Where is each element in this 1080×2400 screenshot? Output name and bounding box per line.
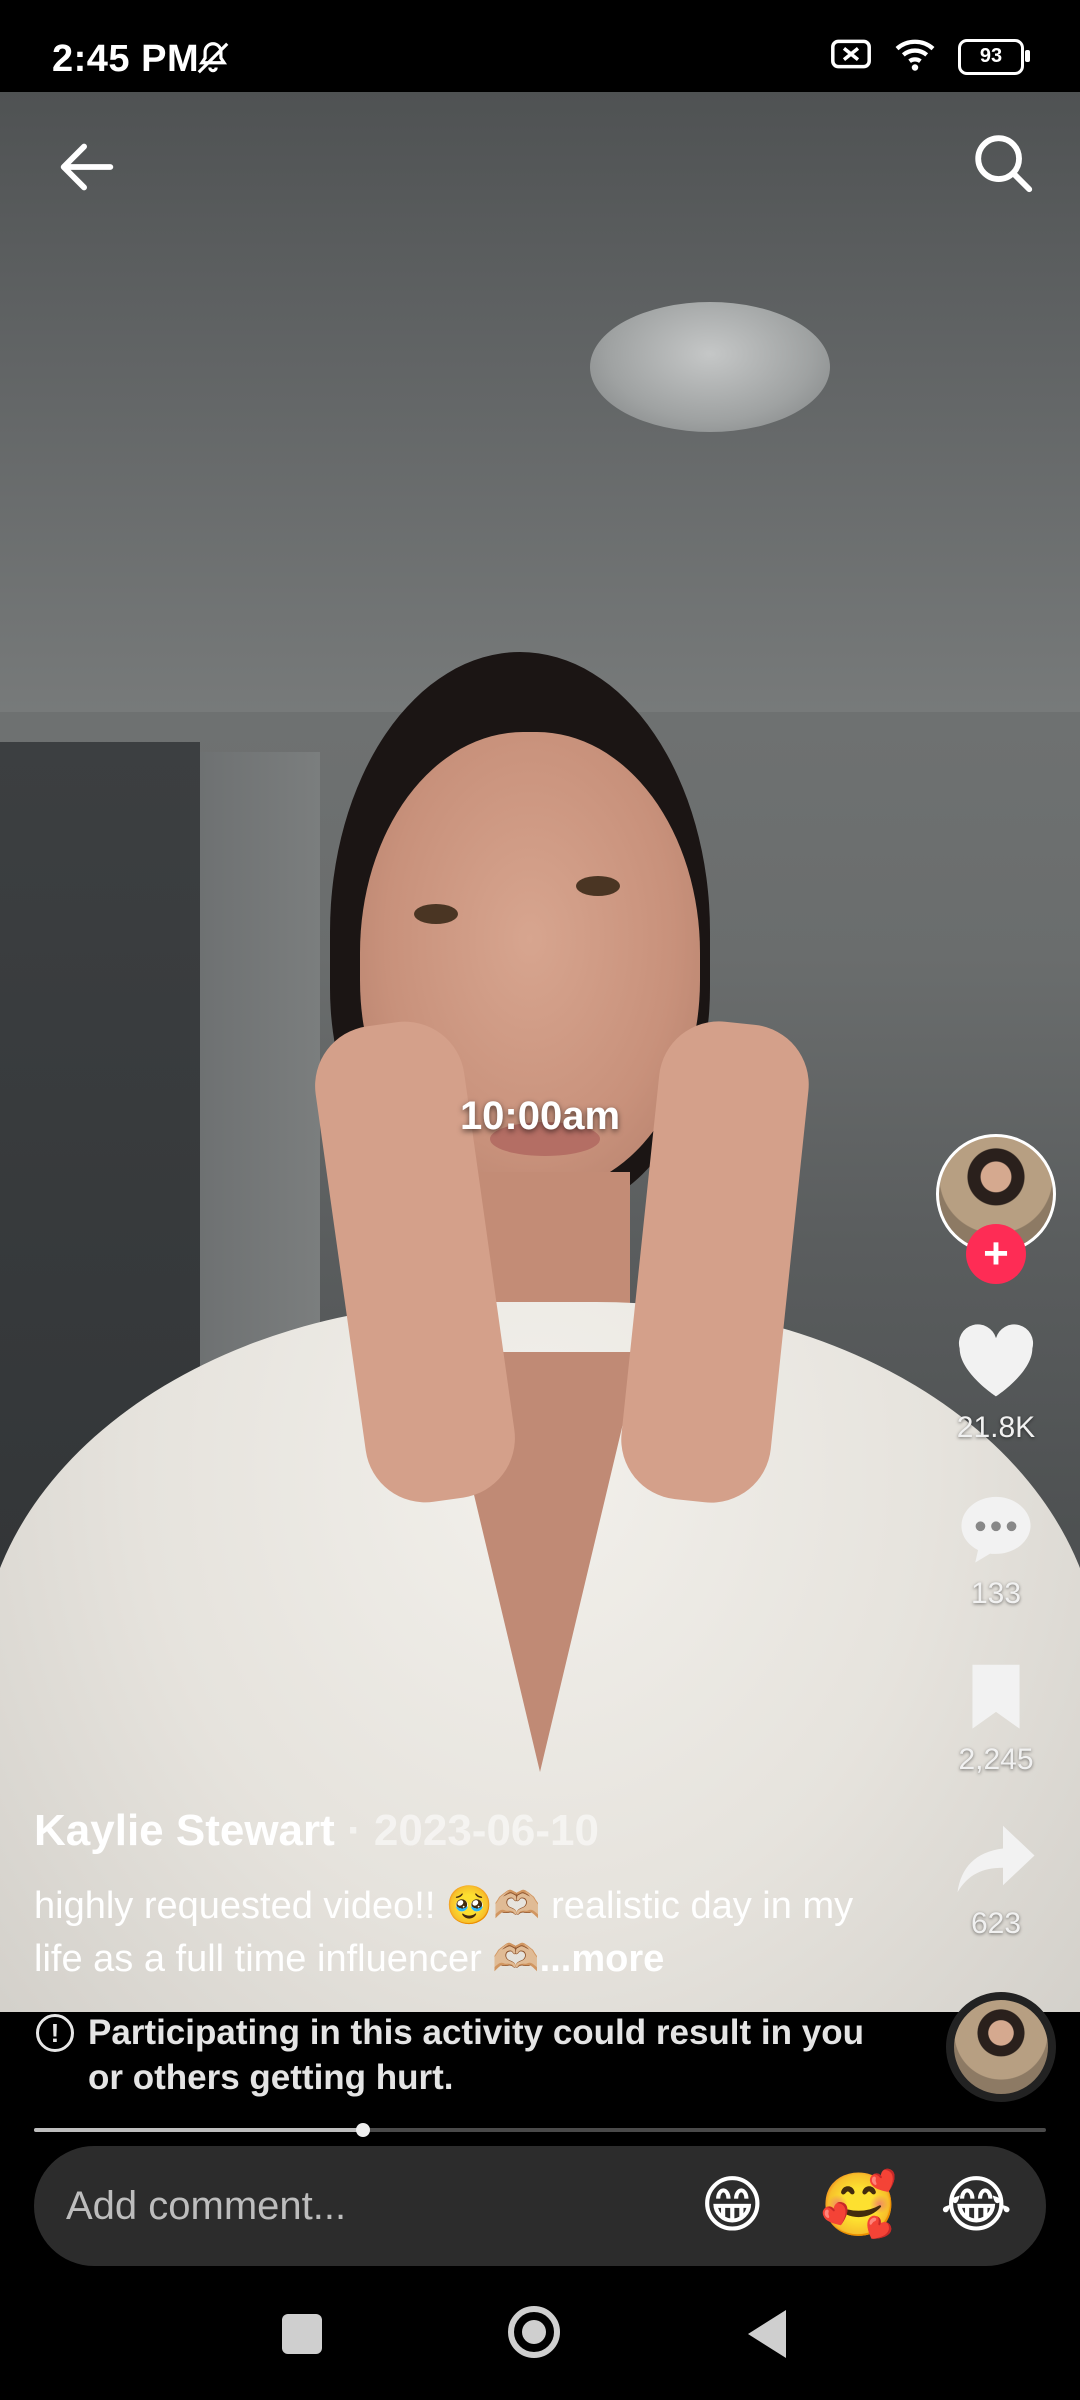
share-arrow-icon xyxy=(957,1825,1035,1893)
person-eye-left xyxy=(414,904,458,924)
progress-fill xyxy=(34,2128,363,2132)
warning-text: Participating in this activity could res… xyxy=(88,2013,864,2097)
bell-off-icon xyxy=(194,38,232,83)
share-button[interactable]: 623 xyxy=(934,1822,1058,1941)
like-count: 21.8K xyxy=(956,1411,1036,1444)
description-text: highly requested video!! 🥹🫶🏼 realistic d… xyxy=(34,1885,854,1980)
heart-icon xyxy=(958,1324,1034,1397)
system-back-button[interactable] xyxy=(748,2310,786,2358)
post-author-line: Kaylie Stewart · 2023-06-10 xyxy=(34,1806,599,1856)
music-disc-avatar[interactable] xyxy=(946,1992,1056,2102)
video-player[interactable] xyxy=(0,92,1080,2012)
creator-avatar-group[interactable]: + xyxy=(934,1134,1058,1284)
battery-level: 93 xyxy=(979,45,1003,67)
share-count: 623 xyxy=(970,1907,1022,1940)
post-date: 2023-06-10 xyxy=(373,1806,599,1855)
comment-bar[interactable]: Add comment... 😁 🥰 😂 xyxy=(34,2146,1046,2266)
video-progress-bar[interactable] xyxy=(34,2123,1046,2137)
ceiling-light xyxy=(590,302,830,432)
emoji-hearts[interactable]: 🥰 xyxy=(820,2170,897,2242)
emoji-grin[interactable]: 😁 xyxy=(700,2170,765,2242)
more-link[interactable]: ...more xyxy=(540,1938,665,1980)
person-eye-right xyxy=(576,876,620,896)
progress-handle[interactable] xyxy=(355,2123,370,2137)
bookmark-icon xyxy=(972,1664,1020,1729)
author-name[interactable]: Kaylie Stewart xyxy=(34,1806,335,1855)
separator: · xyxy=(334,1806,374,1855)
search-icon xyxy=(975,135,1033,193)
status-bar: 2:45 PM 93 xyxy=(0,0,1080,92)
back-button[interactable] xyxy=(52,132,122,202)
save-count: 2,245 xyxy=(958,1743,1034,1776)
save-button[interactable]: 2,245 xyxy=(934,1658,1058,1777)
search-button[interactable] xyxy=(968,128,1038,198)
comment-count: 133 xyxy=(970,1577,1022,1610)
comment-button[interactable]: 133 xyxy=(934,1490,1058,1611)
emoji-laugh[interactable]: 😂 xyxy=(940,2170,1012,2242)
post-description[interactable]: highly requested video!! 🥹🫶🏼 realistic d… xyxy=(34,1880,854,1986)
comment-input[interactable]: Add comment... xyxy=(66,2184,346,2229)
wifi-icon xyxy=(892,36,938,77)
like-button[interactable]: 21.8K xyxy=(934,1320,1058,1445)
status-time: 2:45 PM xyxy=(52,38,200,80)
background-ceiling xyxy=(0,92,1080,712)
system-nav-bar xyxy=(0,2266,1080,2400)
video-overlay-text: 10:00am xyxy=(459,1094,621,1138)
warning-icon: ! xyxy=(36,2014,74,2052)
home-button[interactable] xyxy=(508,2306,560,2358)
comment-icon xyxy=(961,1496,1031,1563)
arrow-left-icon xyxy=(60,143,114,191)
recent-apps-button[interactable] xyxy=(282,2314,322,2354)
close-box-icon xyxy=(830,37,872,76)
follow-button[interactable]: + xyxy=(966,1224,1026,1284)
battery-icon: 93 xyxy=(958,38,1030,75)
